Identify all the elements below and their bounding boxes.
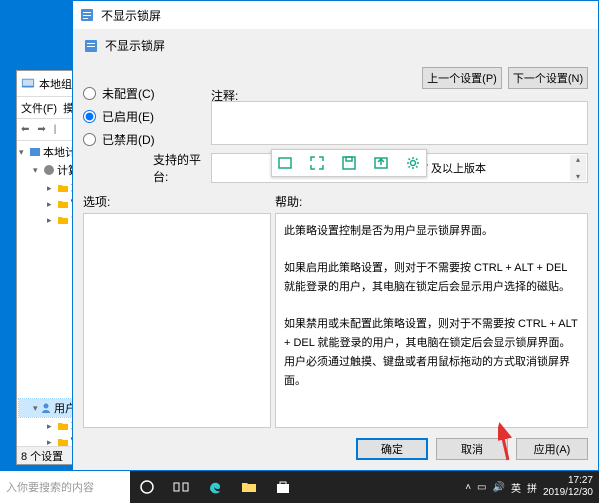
tray-volume-icon[interactable]: 🔊 bbox=[492, 482, 504, 493]
save-icon[interactable] bbox=[340, 154, 358, 172]
rect-icon[interactable] bbox=[276, 154, 294, 172]
taskbar-search[interactable]: 入你要搜索的内容 bbox=[0, 471, 130, 503]
edge-icon[interactable] bbox=[198, 471, 232, 503]
help-label: 帮助: bbox=[275, 193, 588, 210]
radio-not-configured[interactable] bbox=[83, 87, 96, 100]
help-box: 此策略设置控制是否为用户显示锁屏界面。 如果启用此策略设置，则对于不需要按 CT… bbox=[275, 213, 588, 428]
apply-button[interactable]: 应用(A) bbox=[516, 438, 588, 460]
explorer-icon[interactable] bbox=[232, 471, 266, 503]
taskbar: 入你要搜索的内容 ˄ ▭ 🔊 英 拼 17:27 2019/12/30 bbox=[0, 471, 599, 503]
tray-network-icon[interactable]: ▭ bbox=[477, 482, 486, 493]
prev-setting-button[interactable]: 上一个设置(P) bbox=[422, 67, 502, 89]
ok-button[interactable]: 确定 bbox=[356, 438, 428, 460]
platform-label: 支持的平台: bbox=[153, 151, 211, 185]
tray-up-icon[interactable]: ˄ bbox=[465, 482, 471, 493]
cortana-icon[interactable] bbox=[130, 471, 164, 503]
screenshot-float-toolbar bbox=[271, 149, 427, 177]
gear-icon[interactable] bbox=[404, 154, 422, 172]
radio-disabled[interactable] bbox=[83, 133, 96, 146]
dialog-titlebar: 不显示锁屏 bbox=[73, 1, 598, 29]
cancel-button[interactable]: 取消 bbox=[436, 438, 508, 460]
options-label: 选项: bbox=[83, 193, 271, 210]
next-setting-button[interactable]: 下一个设置(N) bbox=[508, 67, 588, 89]
share-icon[interactable] bbox=[372, 154, 390, 172]
store-icon[interactable] bbox=[266, 471, 300, 503]
options-box bbox=[83, 213, 271, 428]
policy-name-row: 不显示锁屏 bbox=[83, 37, 588, 54]
taskbar-clock[interactable]: 17:27 2019/12/30 bbox=[543, 475, 593, 499]
comment-textarea[interactable] bbox=[211, 101, 588, 145]
policy-dialog: 不显示锁屏 不显示锁屏 上一个设置(P) 下一个设置(N) 未配置(C) 已启用… bbox=[72, 0, 599, 471]
scrollbar[interactable]: ▴▾ bbox=[570, 155, 586, 181]
taskview-icon[interactable] bbox=[164, 471, 198, 503]
fullscreen-icon[interactable] bbox=[308, 154, 326, 172]
radio-enabled[interactable] bbox=[83, 110, 96, 123]
ime-lang[interactable]: 英 bbox=[511, 480, 521, 495]
ime-mode[interactable]: 拼 bbox=[527, 480, 537, 495]
